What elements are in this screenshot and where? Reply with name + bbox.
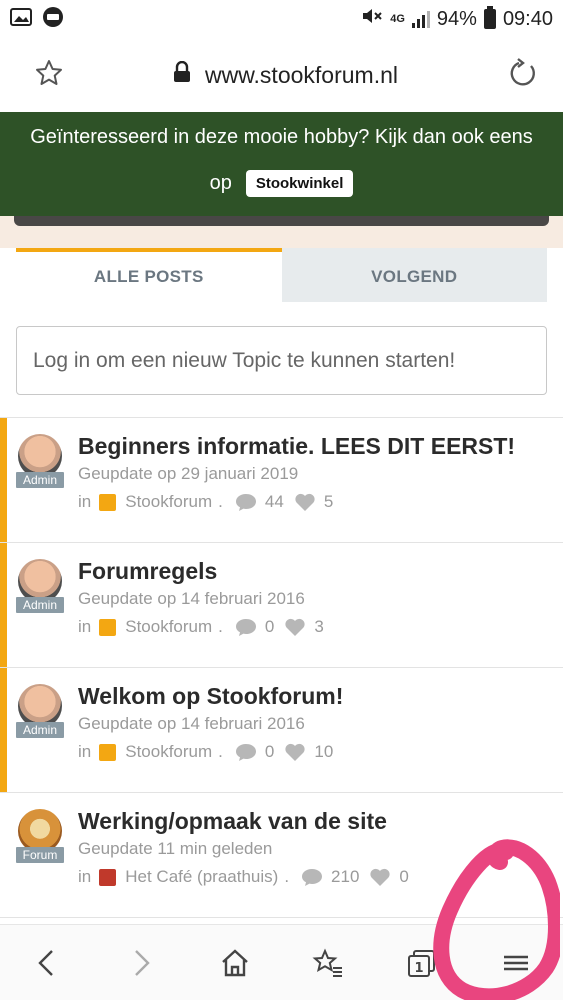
like-count: 10 bbox=[314, 742, 334, 761]
heart-icon bbox=[369, 867, 391, 887]
list-item[interactable]: Admin Beginners informatie. LEES DIT EER… bbox=[0, 418, 563, 543]
separator: . bbox=[218, 492, 223, 511]
browser-url-bar: www.stookforum.nl bbox=[0, 38, 563, 112]
lock-icon bbox=[173, 60, 191, 89]
tab-all-posts[interactable]: ALLE POSTS bbox=[16, 248, 282, 302]
address-field[interactable]: www.stookforum.nl bbox=[173, 60, 398, 89]
heart-icon bbox=[284, 617, 306, 637]
post-updated: Geupdate op 14 februari 2016 bbox=[78, 589, 305, 608]
post-tabs: ALLE POSTS VOLGEND bbox=[16, 248, 547, 302]
post-meta: in Stookforum . 44 5 bbox=[78, 492, 563, 512]
in-label: in bbox=[78, 617, 92, 636]
post-title[interactable]: Welkom op Stookforum! bbox=[78, 682, 563, 710]
post-meta: in Stookforum . 0 10 bbox=[78, 742, 563, 762]
list-item[interactable]: Forum Werking/opmaak van de site Geupdat… bbox=[0, 793, 563, 918]
status-system: 4G 94% 09:40 bbox=[361, 6, 553, 32]
category-link[interactable]: Stookforum bbox=[125, 617, 212, 637]
battery-icon bbox=[483, 6, 496, 29]
in-label: in bbox=[78, 742, 92, 761]
post-meta: in Het Café (praathuis) . 210 0 bbox=[78, 867, 563, 887]
category-color-icon bbox=[99, 743, 117, 761]
avatar[interactable]: Forum bbox=[16, 809, 64, 863]
list-item[interactable]: Admin Forumregels Geupdate op 14 februar… bbox=[0, 543, 563, 668]
post-updated: Geupdate 11 min geleden bbox=[78, 839, 273, 858]
post-title[interactable]: Werking/opmaak van de site bbox=[78, 807, 563, 835]
category-color-icon bbox=[99, 493, 117, 511]
avatar[interactable]: Admin bbox=[16, 559, 64, 613]
post-title[interactable]: Forumregels bbox=[78, 557, 563, 585]
status-bar: 4G 94% 09:40 bbox=[0, 0, 563, 38]
category-link[interactable]: Stookforum bbox=[125, 742, 212, 762]
role-badge: Admin bbox=[16, 597, 64, 613]
back-icon[interactable] bbox=[17, 933, 77, 993]
in-label: in bbox=[78, 867, 92, 886]
new-topic-input[interactable]: Log in om een nieuw Topic te kunnen star… bbox=[16, 326, 547, 395]
post-updated: Geupdate op 29 januari 2019 bbox=[78, 464, 299, 483]
avatar[interactable]: Admin bbox=[16, 684, 64, 738]
comment-count: 210 bbox=[331, 867, 360, 886]
tab-count: 1 bbox=[415, 961, 424, 976]
bookmarks-icon[interactable] bbox=[298, 933, 358, 993]
banner-text: Geïnteresseerd in deze mooie hobby? Kijk… bbox=[30, 126, 533, 148]
comment-count: 0 bbox=[264, 617, 275, 636]
status-notifications bbox=[10, 6, 64, 33]
separator: . bbox=[218, 617, 223, 636]
role-badge: Admin bbox=[16, 722, 64, 738]
post-list: Admin Beginners informatie. LEES DIT EER… bbox=[0, 417, 563, 918]
comment-icon bbox=[235, 617, 257, 637]
post-updated: Geupdate op 14 februari 2016 bbox=[78, 714, 305, 733]
heart-icon bbox=[284, 742, 306, 762]
forward-icon[interactable] bbox=[111, 933, 171, 993]
line-app-icon bbox=[42, 6, 64, 33]
reload-icon[interactable] bbox=[507, 57, 539, 94]
separator: . bbox=[218, 742, 223, 761]
signal-icon bbox=[411, 10, 430, 28]
comment-count: 44 bbox=[264, 492, 284, 511]
browser-bottom-nav: 1 bbox=[0, 924, 563, 1000]
clock: 09:40 bbox=[502, 7, 553, 30]
url-text: www.stookforum.nl bbox=[204, 61, 398, 88]
banner-shadow bbox=[0, 216, 563, 248]
category-link[interactable]: Het Café (praathuis) bbox=[125, 867, 278, 887]
menu-icon[interactable] bbox=[486, 933, 546, 993]
mute-icon bbox=[361, 6, 383, 32]
tabs-icon[interactable]: 1 bbox=[392, 933, 452, 993]
post-title[interactable]: Beginners informatie. LEES DIT EERST! bbox=[78, 432, 563, 460]
gallery-icon bbox=[10, 7, 32, 32]
category-color-icon bbox=[99, 868, 117, 886]
role-badge: Forum bbox=[16, 847, 64, 863]
home-icon[interactable] bbox=[205, 933, 265, 993]
comment-count: 0 bbox=[264, 742, 275, 761]
comment-icon bbox=[235, 492, 257, 512]
list-item[interactable]: Admin Welkom op Stookforum! Geupdate op … bbox=[0, 668, 563, 793]
promo-banner: Geïnteresseerd in deze mooie hobby? Kijk… bbox=[0, 112, 563, 216]
comment-icon bbox=[235, 742, 257, 762]
like-count: 3 bbox=[314, 617, 324, 636]
comment-icon bbox=[301, 867, 323, 887]
category-link[interactable]: Stookforum bbox=[125, 492, 212, 512]
network-type: 4G bbox=[390, 13, 405, 25]
in-label: in bbox=[78, 492, 92, 511]
heart-icon bbox=[294, 492, 316, 512]
post-meta: in Stookforum . 0 3 bbox=[78, 617, 563, 637]
avatar[interactable]: Admin bbox=[16, 434, 64, 488]
banner-text-continued: op bbox=[209, 172, 232, 194]
stookwinkel-button[interactable]: Stookwinkel bbox=[245, 170, 354, 197]
category-color-icon bbox=[99, 618, 117, 636]
like-count: 5 bbox=[323, 492, 334, 511]
separator: . bbox=[284, 867, 290, 886]
role-badge: Admin bbox=[16, 472, 64, 488]
battery-percent: 94% bbox=[436, 7, 477, 30]
like-count: 0 bbox=[399, 867, 409, 886]
bookmark-star-icon[interactable] bbox=[34, 58, 64, 93]
tab-following[interactable]: VOLGEND bbox=[281, 248, 547, 302]
